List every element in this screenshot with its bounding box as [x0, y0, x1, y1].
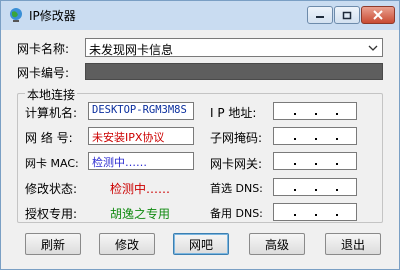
exit-button[interactable]: 退出 — [325, 233, 381, 255]
gateway-label: 网卡网关: — [210, 157, 263, 171]
mac-label: 网卡 MAC: — [25, 157, 79, 170]
adapter-id-field[interactable] — [85, 63, 383, 80]
status-label: 修改状态: — [25, 182, 78, 196]
modify-button[interactable]: 修改 — [99, 233, 155, 255]
maximize-icon — [342, 11, 352, 19]
status-value: 检测中…… — [110, 182, 171, 196]
gateway-input[interactable] — [273, 152, 357, 170]
primary-dns-label: 首选 DNS: — [210, 182, 263, 195]
title-bar[interactable]: IP修改器 — [1, 1, 399, 30]
network-number-field[interactable]: 未安装IPX协议 — [88, 127, 194, 145]
advanced-button[interactable]: 高级 — [249, 233, 305, 255]
network-number-label: 网 络 号: — [25, 131, 73, 145]
maximize-button[interactable] — [334, 6, 360, 24]
computer-name-field[interactable]: DESKTOP-RGM3M8S — [88, 102, 194, 120]
secondary-dns-input[interactable] — [273, 203, 357, 221]
refresh-button[interactable]: 刷新 — [25, 233, 81, 255]
minimize-icon — [316, 16, 324, 18]
ip-address-label: I P 地址: — [210, 106, 257, 120]
ip-address-input[interactable] — [273, 102, 357, 120]
primary-dns-input[interactable] — [273, 178, 357, 196]
app-window: IP修改器 网卡名称: 未发现网卡信息 网卡编号: 本地连接 计算机名: DES… — [0, 0, 400, 270]
adapter-select[interactable]: 未发现网卡信息 — [85, 38, 383, 57]
minimize-button[interactable] — [307, 6, 333, 24]
license-label: 授权专用: — [25, 207, 78, 221]
netbar-button[interactable]: 网吧 — [173, 233, 229, 255]
secondary-dns-label: 备用 DNS: — [210, 207, 263, 220]
adapter-select-value: 未发现网卡信息 — [89, 43, 174, 57]
adapter-id-label: 网卡编号: — [17, 66, 70, 80]
chevron-down-icon[interactable] — [365, 40, 380, 55]
mac-field[interactable]: 检测中…… — [88, 152, 194, 170]
computer-name-label: 计算机名: — [25, 106, 78, 120]
globe-icon — [10, 8, 22, 22]
group-title: 本地连接 — [25, 86, 78, 103]
license-value: 胡逸之专用 — [110, 207, 171, 221]
subnet-mask-input[interactable] — [273, 127, 357, 145]
close-icon — [373, 10, 383, 20]
window-title: IP修改器 — [29, 9, 76, 23]
subnet-mask-label: 子网掩码: — [210, 131, 263, 145]
close-button[interactable] — [361, 6, 395, 24]
adapter-name-label: 网卡名称: — [17, 42, 70, 56]
